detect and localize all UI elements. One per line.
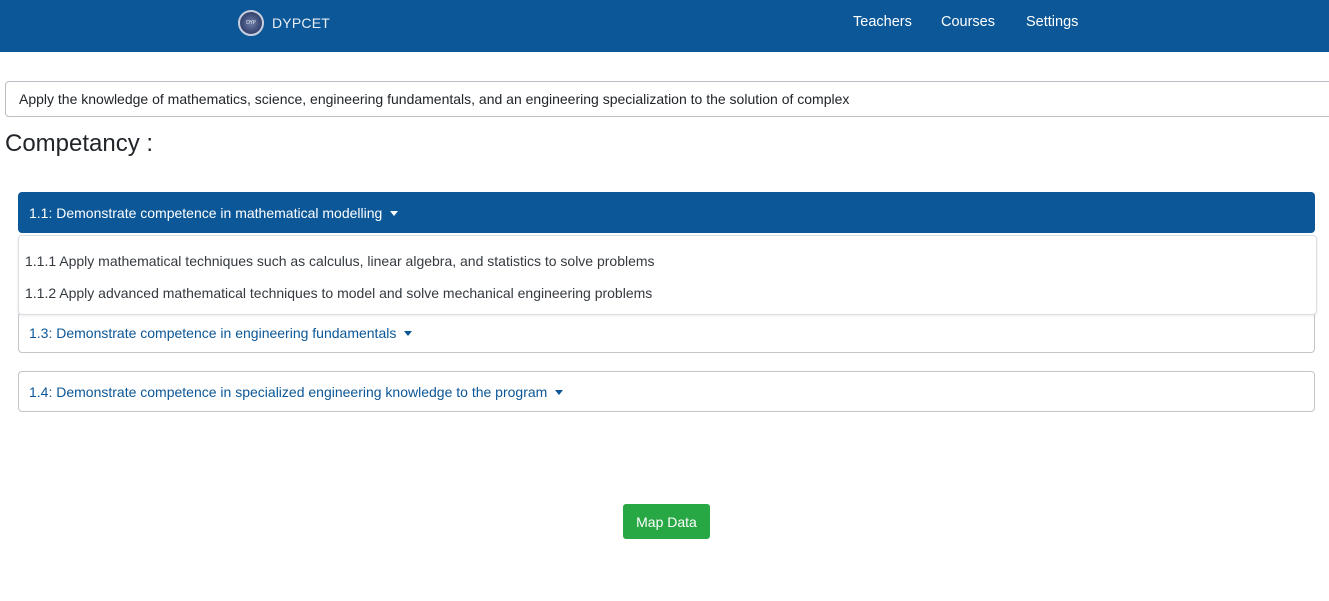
caret-down-icon	[555, 389, 564, 395]
caret-down-icon	[390, 210, 399, 216]
competency-dropdown-menu: 1.1.1 Apply mathematical techniques such…	[18, 235, 1317, 315]
nav-link-teachers[interactable]: Teachers	[853, 14, 912, 30]
competency-dropdown-1-4[interactable]: 1.4: Demonstrate competence in specializ…	[18, 371, 1315, 412]
nav-link-courses[interactable]: Courses	[941, 14, 995, 30]
dropdown-item-1-1-2[interactable]: 1.1.2 Apply advanced mathematical techni…	[19, 279, 1316, 311]
brand-link[interactable]: DYP DYPCET	[238, 9, 330, 37]
competency-label: 1.1: Demonstrate competence in mathemati…	[29, 204, 383, 221]
brand-name: DYPCET	[272, 15, 330, 31]
competency-heading: Competancy :	[5, 130, 154, 157]
competency-label: 1.3: Demonstrate competence in engineeri…	[29, 324, 397, 341]
program-outcome-input[interactable]	[5, 81, 1329, 117]
college-seal-icon: DYP	[238, 10, 264, 36]
competency-label: 1.4: Demonstrate competence in specializ…	[29, 383, 548, 400]
caret-down-icon	[404, 330, 413, 336]
nav-link-settings[interactable]: Settings	[1026, 14, 1078, 30]
competency-dropdown-1-3[interactable]: 1.3: Demonstrate competence in engineeri…	[18, 312, 1315, 353]
top-navbar: DYP DYPCET Teachers Courses Settings	[0, 0, 1329, 52]
competency-dropdown-1-1[interactable]: 1.1: Demonstrate competence in mathemati…	[18, 192, 1315, 233]
map-data-button[interactable]: Map Data	[623, 504, 710, 539]
dropdown-item-1-1-1[interactable]: 1.1.1 Apply mathematical techniques such…	[19, 247, 1316, 279]
